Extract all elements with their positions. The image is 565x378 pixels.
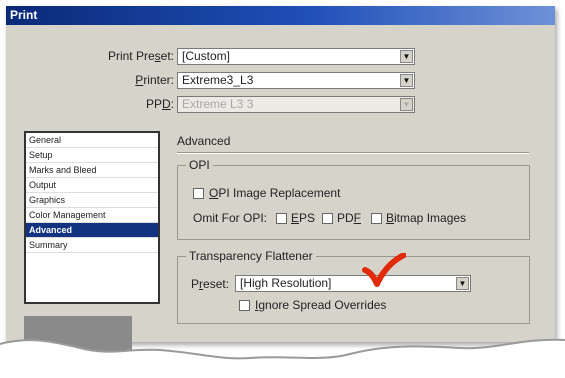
opi-image-replacement-label: OPI Image Replacement (209, 186, 341, 200)
omit-eps-label: EPS (291, 211, 316, 225)
ignore-spread-overrides-label: Ignore Spread Overrides (255, 298, 387, 312)
nav-item-color-management[interactable]: Color Management (26, 208, 158, 223)
omit-pdf-checkbox[interactable] (322, 213, 333, 224)
print-preset-label: Print Preset: (107, 49, 174, 63)
nav-item-advanced[interactable]: Advanced (26, 223, 158, 238)
omit-pdf-label: PDF (337, 211, 362, 225)
flattener-preset-value: [High Resolution] (240, 276, 332, 290)
torn-edge (0, 338, 565, 378)
omit-bitmap-images-checkbox[interactable] (371, 213, 382, 224)
omit-bitmap-images-label: Bitmap Images (386, 211, 467, 225)
opi-group-title: OPI (186, 158, 213, 172)
nav-item-marks-and-bleed[interactable]: Marks and Bleed (26, 163, 158, 178)
ignore-spread-overrides-checkbox[interactable] (239, 300, 250, 311)
ppd-dropdown: Extreme L3 3 ▼ (177, 96, 415, 113)
nav-item-output[interactable]: Output (26, 178, 158, 193)
check-mark-icon (362, 253, 406, 287)
omit-for-opi-label: Omit For OPI: (193, 211, 268, 225)
nav-item-general[interactable]: General (26, 133, 158, 148)
separator (177, 152, 529, 154)
ppd-label: PPD: (145, 97, 174, 111)
nav-item-setup[interactable]: Setup (26, 148, 158, 163)
flattener-preset-label: Preset: (191, 277, 230, 291)
print-preset-dropdown[interactable]: [Custom] ▼ (177, 48, 415, 65)
print-preset-value: [Custom] (182, 49, 231, 63)
panel-title: Advanced (177, 134, 231, 148)
ppd-value: Extreme L3 3 (182, 97, 254, 111)
nav-item-summary[interactable]: Summary (26, 238, 158, 253)
chevron-down-icon[interactable]: ▼ (400, 50, 413, 63)
chevron-down-icon: ▼ (400, 98, 413, 111)
print-dialog: Print Print Preset: [Custom] ▼ Printer: … (6, 6, 555, 366)
chevron-down-icon[interactable]: ▼ (456, 277, 469, 290)
nav-item-graphics[interactable]: Graphics (26, 193, 158, 208)
omit-eps-checkbox[interactable] (276, 213, 287, 224)
flattener-preset-dropdown[interactable]: [High Resolution] ▼ (235, 275, 471, 292)
printer-dropdown[interactable]: Extreme3_L3 ▼ (177, 72, 415, 89)
settings-category-list: General Setup Marks and Bleed Output Gra… (24, 131, 160, 304)
window-title: Print (6, 6, 555, 25)
chevron-down-icon[interactable]: ▼ (400, 74, 413, 87)
printer-value: Extreme3_L3 (182, 73, 254, 87)
printer-label: Printer: (135, 73, 174, 87)
opi-image-replacement-checkbox[interactable] (193, 188, 204, 199)
flattener-group-title: Transparency Flattener (186, 249, 316, 263)
opi-group: OPI (177, 158, 530, 240)
